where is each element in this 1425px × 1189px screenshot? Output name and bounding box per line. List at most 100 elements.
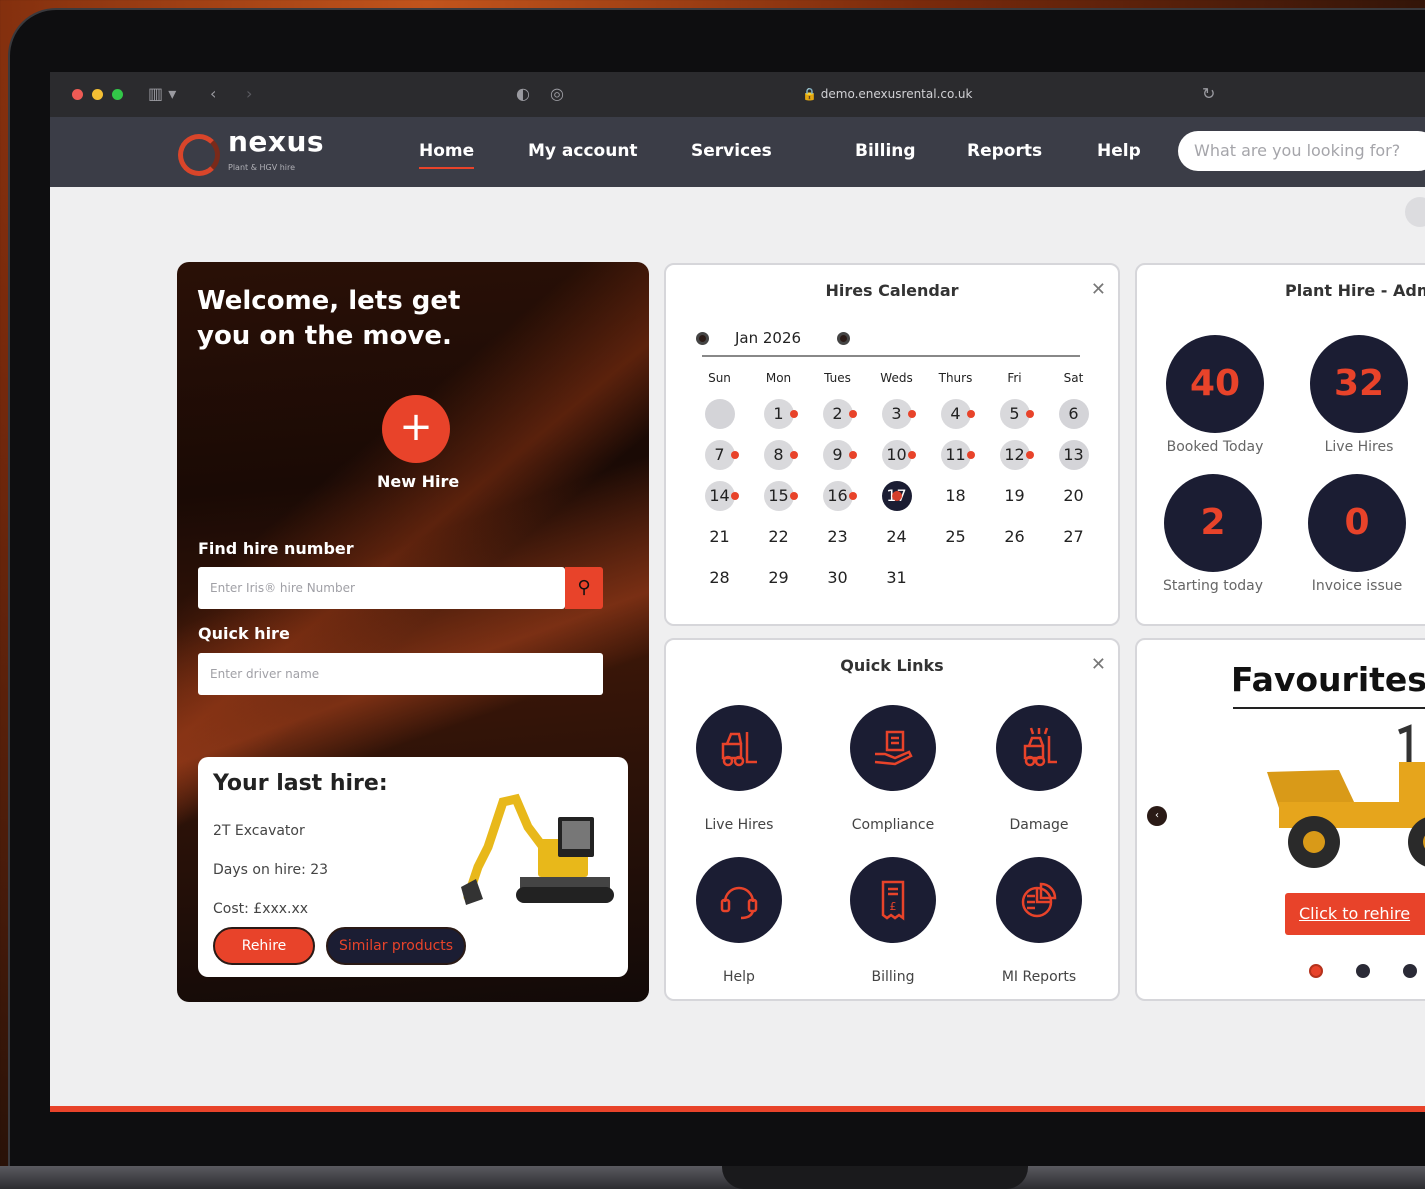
calendar-day[interactable]: 18	[941, 481, 971, 511]
new-hire-label: New Hire	[377, 472, 460, 491]
quick-link-mi-reports[interactable]: MI Reports	[979, 857, 1099, 985]
calendar-day[interactable]: 24	[882, 522, 912, 552]
calendar-week-row: 28 29 30 31	[690, 563, 1106, 604]
carousel-dot-3[interactable]	[1403, 964, 1417, 978]
scroll-button[interactable]	[1405, 197, 1425, 227]
next-month-button[interactable]	[837, 331, 851, 345]
carousel-prev-icon[interactable]: ‹	[1147, 806, 1167, 826]
carousel-dot-2[interactable]	[1356, 964, 1370, 978]
calendar-week-row: 123456	[690, 399, 1106, 440]
logo-ring-icon	[178, 134, 220, 176]
close-quick-links-icon[interactable]: ✕	[1091, 654, 1106, 675]
calendar-day[interactable]: 23	[823, 522, 853, 552]
screen-accent-bar	[50, 1106, 1425, 1112]
quick-link-damage[interactable]: Damage	[979, 705, 1099, 833]
click-to-rehire-button[interactable]: Click to rehire	[1285, 893, 1425, 935]
stat-starting-today[interactable]: 2 Starting today	[1148, 474, 1278, 594]
sidebar-toggle-icon[interactable]: ▥ ▾	[148, 84, 176, 103]
nav-reports[interactable]: Reports	[967, 141, 1042, 161]
quick-link-help[interactable]: Help	[679, 857, 799, 985]
privacy-shield-icon[interactable]: ◐	[516, 84, 530, 103]
calendar-day[interactable]: 25	[941, 522, 971, 552]
calendar-day[interactable]: 28	[705, 563, 735, 593]
reload-icon[interactable]: ↻	[1202, 84, 1215, 103]
browser-toolbar: ▥ ▾ ‹ › ◐ ◎ 🔒 demo.enexusrental.co.uk ↻	[50, 72, 1425, 117]
site-search-input[interactable]: What are you looking for?	[1178, 131, 1425, 171]
hand-document-icon	[850, 705, 936, 791]
calendar-title: Hires Calendar	[825, 281, 959, 300]
calendar-grid: Sun Mon Tues Weds Thurs Fri Sat 1 2 3 4 5 6 7 8 9 10 11 1…	[690, 371, 1106, 604]
calendar-day[interactable]: 26	[1000, 522, 1030, 552]
dumper-image	[1267, 724, 1425, 868]
maximize-window-button[interactable]	[112, 89, 123, 100]
quick-hire-label: Quick hire	[198, 624, 290, 643]
calendar-day[interactable]: 6	[1058, 399, 1089, 429]
calendar-day[interactable]: 13	[1058, 440, 1089, 470]
quick-links-card: Quick Links ✕ Live Hires Compliance Dama…	[664, 638, 1120, 1001]
similar-products-button[interactable]: Similar products	[326, 927, 466, 965]
new-hire-button[interactable]: +	[382, 395, 450, 463]
calendar-day[interactable]: 11	[940, 440, 975, 470]
window-controls[interactable]	[72, 89, 123, 100]
calendar-day[interactable]: 31	[882, 563, 912, 593]
stat-live-hires[interactable]: 32 Live Hires	[1294, 335, 1424, 455]
quick-link-live-hires[interactable]: Live Hires	[679, 705, 799, 833]
calendar-day[interactable]: 8	[763, 440, 798, 470]
weekday-label: Mon	[765, 371, 792, 385]
calendar-day[interactable]: 30	[823, 563, 853, 593]
hire-number-input[interactable]: Enter Iris® hire Number	[198, 567, 565, 609]
welcome-panel: Welcome, lets get you on the move. + New…	[177, 262, 649, 1002]
stat-invoice-issue[interactable]: 0 Invoice issue	[1292, 474, 1422, 594]
calendar-day[interactable]: 15	[763, 481, 798, 511]
pie-chart-icon	[996, 857, 1082, 943]
forward-arrow-icon[interactable]: ›	[246, 84, 252, 103]
calendar-day[interactable]: 14	[704, 481, 739, 511]
calendar-day[interactable]: 2	[822, 399, 857, 429]
nav-my-account[interactable]: My account	[528, 141, 638, 161]
hires-calendar-card: Hires Calendar ✕ Jan 2026 Sun Mon Tues Weds…	[664, 263, 1120, 626]
carousel-dots	[1309, 964, 1417, 978]
favourites-underline	[1233, 707, 1425, 709]
last-hire-title: Your last hire:	[213, 771, 388, 796]
calendar-day[interactable]: 7	[704, 440, 739, 470]
carousel-dot-1[interactable]	[1309, 964, 1323, 978]
prev-month-button[interactable]	[696, 331, 709, 345]
quick-link-compliance[interactable]: Compliance	[833, 705, 953, 833]
minimize-window-button[interactable]	[92, 89, 103, 100]
nav-billing[interactable]: Billing	[855, 141, 916, 161]
calendar-day[interactable]: 17	[881, 481, 912, 511]
calendar-day[interactable]: 21	[705, 522, 735, 552]
stat-booked-today[interactable]: 40 Booked Today	[1150, 335, 1280, 455]
last-hire-card: Your last hire: 2T Excavator Days on hir…	[198, 757, 628, 977]
calendar-day[interactable]: 22	[764, 522, 794, 552]
close-calendar-icon[interactable]: ✕	[1091, 279, 1106, 300]
extension-icon[interactable]: ◎	[550, 84, 564, 103]
quick-link-billing[interactable]: £ Billing	[833, 857, 953, 985]
driver-name-input[interactable]: Enter driver name	[198, 653, 603, 695]
address-bar[interactable]: 🔒 demo.enexusrental.co.uk	[802, 87, 972, 101]
calendar-day[interactable]: 1	[763, 399, 798, 429]
nav-help[interactable]: Help	[1097, 141, 1141, 161]
search-hire-button[interactable]: ⚲	[565, 567, 603, 609]
calendar-day[interactable]: 12	[999, 440, 1034, 470]
calendar-day[interactable]: 9	[822, 440, 857, 470]
back-arrow-icon[interactable]: ‹	[210, 84, 216, 103]
logo-name: nexus	[228, 125, 325, 158]
calendar-day[interactable]: 5	[999, 399, 1034, 429]
calendar-day[interactable]: 10	[881, 440, 916, 470]
nexus-logo[interactable]: nexus Plant & HGV hire	[178, 128, 324, 181]
calendar-day[interactable]: 19	[1000, 481, 1030, 511]
calendar-day[interactable]: 20	[1059, 481, 1089, 511]
calendar-day[interactable]: 29	[764, 563, 794, 593]
nav-home[interactable]: Home	[419, 141, 475, 169]
weekday-label: Sun	[708, 371, 731, 385]
close-window-button[interactable]	[72, 89, 83, 100]
calendar-day[interactable]: 4	[940, 399, 975, 429]
calendar-day[interactable]: 27	[1059, 522, 1089, 552]
nav-services[interactable]: Services	[691, 141, 772, 161]
weekday-label: Thurs	[938, 371, 973, 385]
rehire-button[interactable]: Rehire	[213, 927, 315, 965]
weekday-label: Sat	[1063, 371, 1084, 385]
calendar-day[interactable]: 3	[881, 399, 916, 429]
calendar-day[interactable]: 16	[822, 481, 857, 511]
